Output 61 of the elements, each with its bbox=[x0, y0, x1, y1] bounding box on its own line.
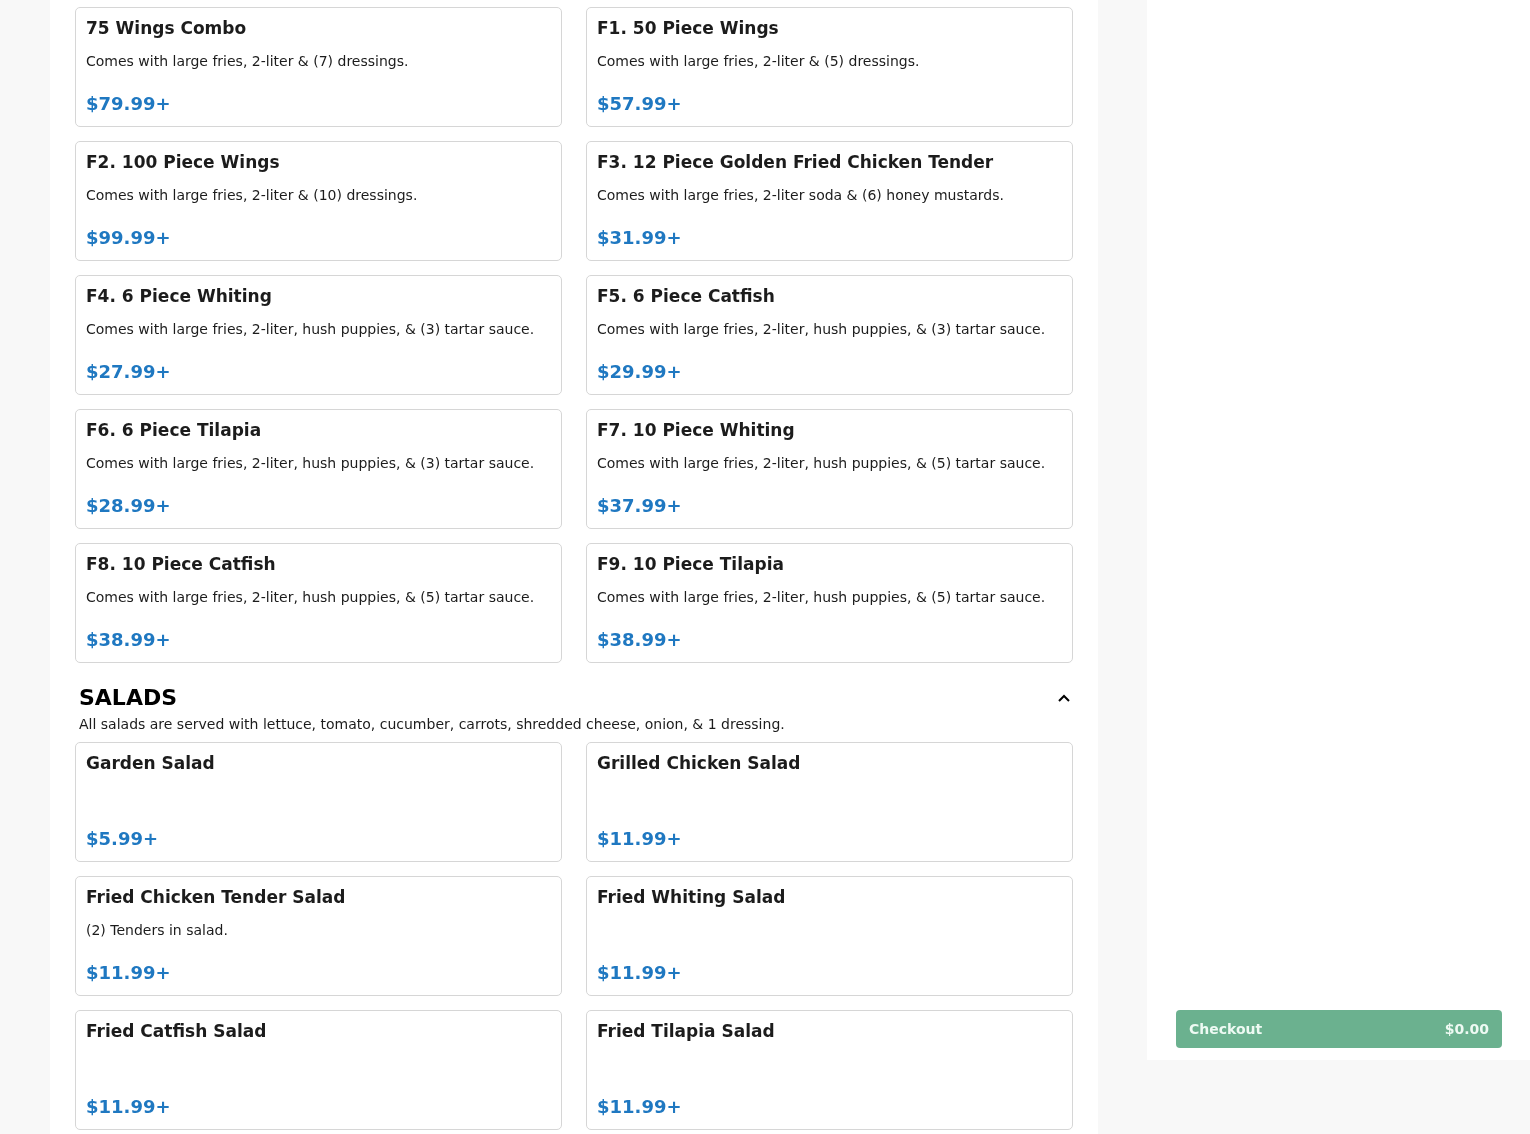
item-price: $79.99+ bbox=[86, 94, 172, 114]
item-description: Comes with large fries, 2-liter, hush puppies, & (5) tartar sauce. bbox=[597, 454, 1047, 472]
item-price: $38.99+ bbox=[86, 630, 172, 650]
menu-item-card[interactable]: Garden Salad $5.99+ bbox=[75, 742, 562, 862]
menu-item-card[interactable]: F2. 100 Piece Wings Comes with large fries, 2-liter & (10) dressings. $99.99+ bbox=[75, 141, 562, 261]
item-name: Fried Whiting Salad bbox=[597, 887, 787, 907]
menu-item-card[interactable]: F9. 10 Piece Tilapia Comes with large fries, 2-liter, hush puppies, & (5) tartar sauce. $38.99+ bbox=[586, 543, 1073, 663]
item-description: Comes with large fries, 2-liter & (10) dressings. bbox=[86, 186, 419, 204]
menu-item-card[interactable]: F4. 6 Piece Whiting Comes with large fries, 2-liter, hush puppies, & (3) tartar sauce. $27.99+ bbox=[75, 275, 562, 395]
item-description: Comes with large fries, 2-liter, hush puppies, & (5) tartar sauce. bbox=[597, 588, 1047, 606]
item-price: $31.99+ bbox=[597, 228, 683, 248]
item-price: $5.99+ bbox=[86, 829, 160, 849]
menu-item-card[interactable]: F1. 50 Piece Wings Comes with large fries, 2-liter & (5) dressings. $57.99+ bbox=[586, 7, 1073, 127]
item-price: $28.99+ bbox=[86, 496, 172, 516]
item-name: F6. 6 Piece Tilapia bbox=[86, 420, 263, 440]
menu-item-card[interactable]: Fried Catfish Salad $11.99+ bbox=[75, 1010, 562, 1130]
item-name: 75 Wings Combo bbox=[86, 18, 248, 38]
item-name: Fried Tilapia Salad bbox=[597, 1021, 776, 1041]
menu-item-card[interactable]: Fried Chicken Tender Salad (2) Tenders in salad. $11.99+ bbox=[75, 876, 562, 996]
item-price: $11.99+ bbox=[597, 829, 683, 849]
item-description: Comes with large fries, 2-liter, hush puppies, & (5) tartar sauce. bbox=[86, 588, 536, 606]
item-price: $37.99+ bbox=[597, 496, 683, 516]
menu-item-card[interactable]: F3. 12 Piece Golden Fried Chicken Tender Comes with large fries, 2-liter soda & (6) honey mustards. $31.99+ bbox=[586, 141, 1073, 261]
item-name: F8. 10 Piece Catfish bbox=[86, 554, 277, 574]
item-description: Comes with large fries, 2-liter, hush puppies, & (3) tartar sauce. bbox=[597, 320, 1047, 338]
item-price: $38.99+ bbox=[597, 630, 683, 650]
item-name: Grilled Chicken Salad bbox=[597, 753, 802, 773]
item-price: $11.99+ bbox=[597, 1097, 683, 1117]
item-price: $99.99+ bbox=[86, 228, 172, 248]
item-price: $27.99+ bbox=[86, 362, 172, 382]
menu-item-card[interactable]: Grilled Chicken Salad $11.99+ bbox=[586, 742, 1073, 862]
item-name: F1. 50 Piece Wings bbox=[597, 18, 780, 38]
item-name: F2. 100 Piece Wings bbox=[86, 152, 281, 172]
item-name: Fried Catfish Salad bbox=[86, 1021, 268, 1041]
item-price: $11.99+ bbox=[86, 963, 172, 983]
menu-item-card[interactable]: F6. 6 Piece Tilapia Comes with large fries, 2-liter, hush puppies, & (3) tartar sauce. $28.99+ bbox=[75, 409, 562, 529]
section-title: SALADS bbox=[79, 685, 178, 710]
item-name: Fried Chicken Tender Salad bbox=[86, 887, 347, 907]
item-name: F9. 10 Piece Tilapia bbox=[597, 554, 785, 574]
item-description: Comes with large fries, 2-liter, hush puppies, & (3) tartar sauce. bbox=[86, 454, 536, 472]
menu-item-card[interactable]: 75 Wings Combo Comes with large fries, 2-liter & (7) dressings. $79.99+ bbox=[75, 7, 562, 127]
section-description: All salads are served with lettuce, tomato, cucumber, carrots, shredded cheese, onion, & 1 dressing. bbox=[79, 716, 785, 732]
menu-item-card[interactable]: Fried Whiting Salad $11.99+ bbox=[586, 876, 1073, 996]
item-description: Comes with large fries, 2-liter, hush puppies, & (3) tartar sauce. bbox=[86, 320, 536, 338]
item-name: F4. 6 Piece Whiting bbox=[86, 286, 273, 306]
item-price: $57.99+ bbox=[597, 94, 683, 114]
menu-item-card[interactable]: F5. 6 Piece Catfish Comes with large fries, 2-liter, hush puppies, & (3) tartar sauce. $29.99+ bbox=[586, 275, 1073, 395]
menu-item-card[interactable]: F7. 10 Piece Whiting Comes with large fries, 2-liter, hush puppies, & (5) tartar sauce. $37.99+ bbox=[586, 409, 1073, 529]
item-name: F5. 6 Piece Catfish bbox=[597, 286, 776, 306]
item-name: F7. 10 Piece Whiting bbox=[597, 420, 796, 440]
menu-item-card[interactable]: F8. 10 Piece Catfish Comes with large fries, 2-liter, hush puppies, & (5) tartar sauce. $38.99+ bbox=[75, 543, 562, 663]
item-name: Garden Salad bbox=[86, 753, 216, 773]
item-price: $11.99+ bbox=[86, 1097, 172, 1117]
item-description: Comes with large fries, 2-liter & (7) dressings. bbox=[86, 52, 410, 70]
menu-item-card[interactable]: Fried Tilapia Salad $11.99+ bbox=[586, 1010, 1073, 1130]
item-price: $11.99+ bbox=[597, 963, 683, 983]
item-description: Comes with large fries, 2-liter & (5) dressings. bbox=[597, 52, 921, 70]
item-description: Comes with large fries, 2-liter soda & (6) honey mustards. bbox=[597, 186, 1005, 204]
item-price: $29.99+ bbox=[597, 362, 683, 382]
item-description: (2) Tenders in salad. bbox=[86, 921, 229, 939]
item-name: F3. 12 Piece Golden Fried Chicken Tender bbox=[597, 152, 995, 172]
